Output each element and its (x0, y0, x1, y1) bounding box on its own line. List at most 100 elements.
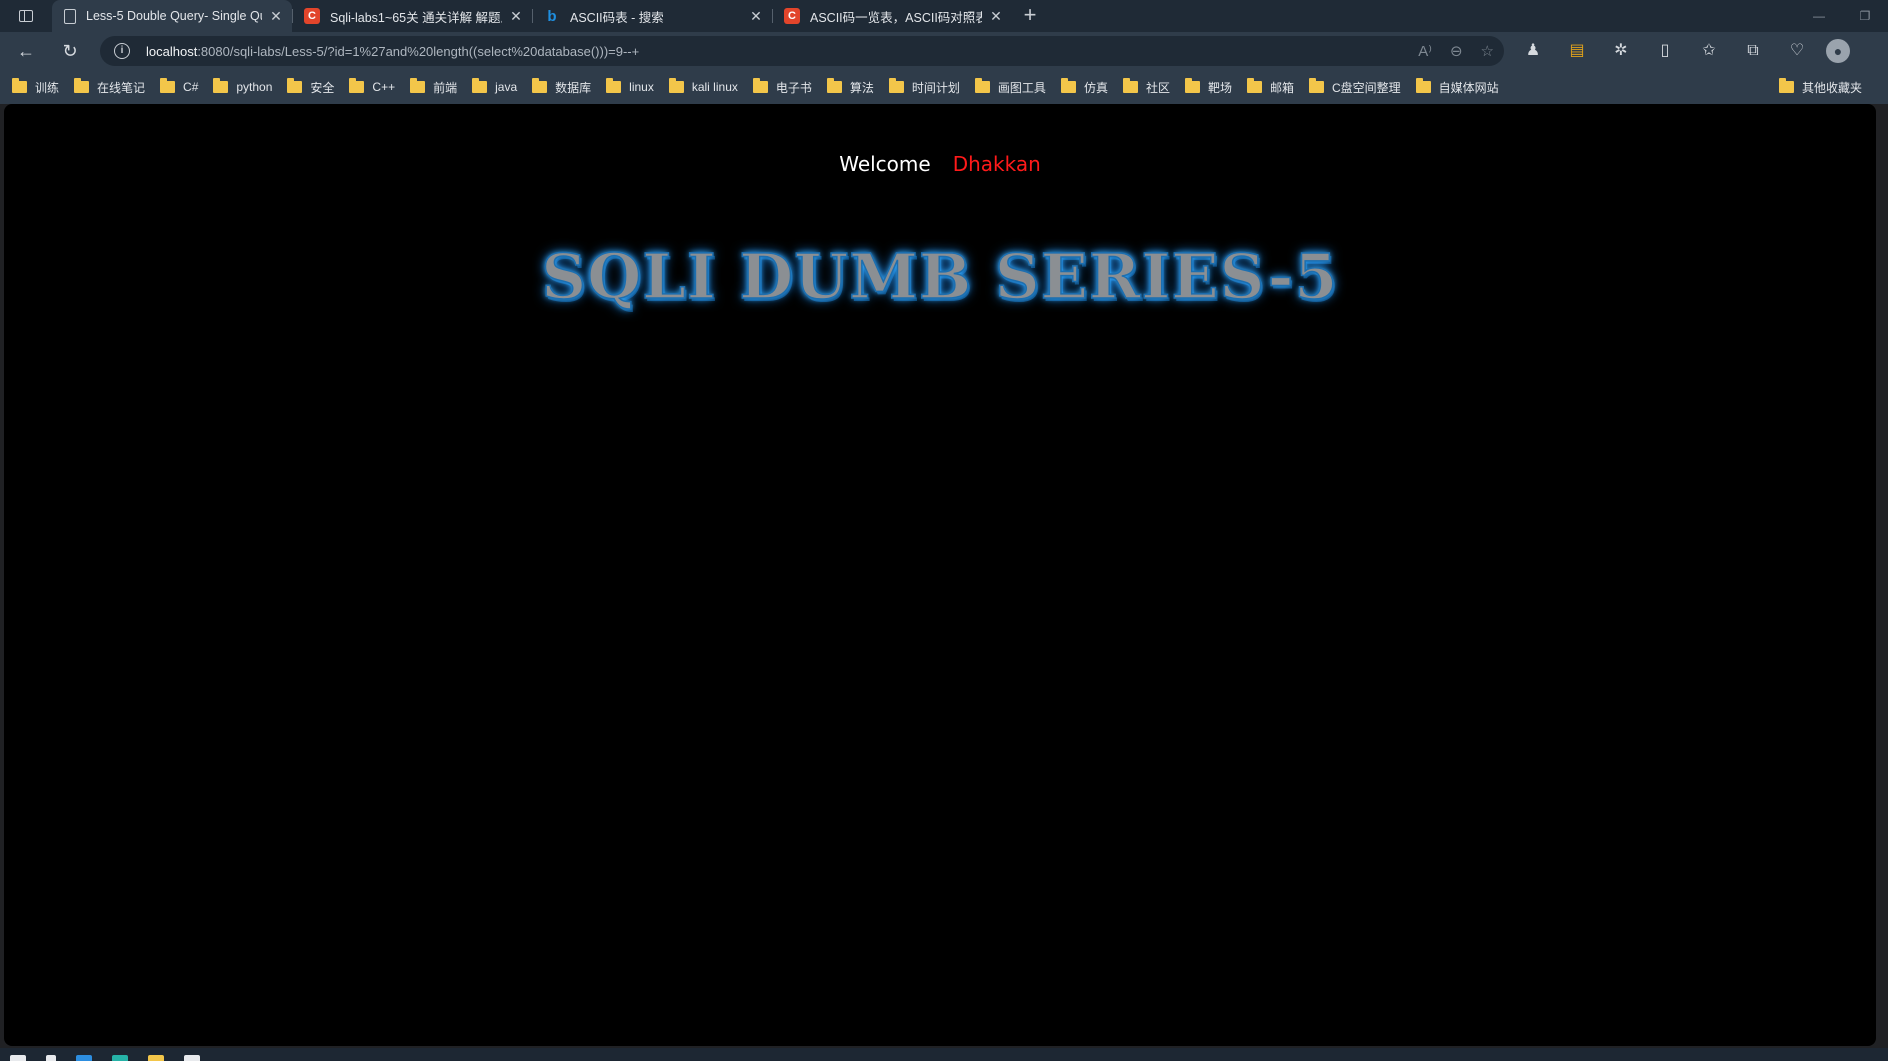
bookmark-label: C盘空间整理 (1332, 80, 1401, 95)
taskbar-app-icon[interactable] (76, 1055, 92, 1061)
bookmark-label: 社区 (1145, 80, 1170, 95)
tab-sqli-labs-guide[interactable]: C Sqli-labs1~65关 通关详解 解题思路 ✕ (292, 0, 532, 32)
close-tab-icon[interactable]: ✕ (988, 8, 1004, 24)
bookmark-label: C# (183, 80, 199, 94)
bookmark-folder[interactable]: 邮箱 (1246, 78, 1294, 96)
page-icon (64, 8, 76, 24)
bookmark-folder[interactable]: 算法 (826, 78, 874, 96)
zoom-icon[interactable]: ⊖ (1450, 42, 1463, 60)
folder-icon (1309, 78, 1324, 93)
taskbar (0, 1048, 1888, 1061)
bookmark-folder[interactable]: 训练 (12, 78, 60, 96)
bookmark-label: 画图工具 (997, 80, 1046, 95)
close-tab-icon[interactable]: ✕ (508, 8, 524, 24)
tab-ascii-search[interactable]: b ASCII码表 - 搜索 ✕ (532, 0, 772, 32)
bookmark-label: 自媒体网站 (1438, 80, 1499, 95)
url-text[interactable]: localhost:8080/sqli-labs/Less-5/?id=1%27… (146, 44, 1418, 59)
bookmark-folder[interactable]: 社区 (1122, 78, 1170, 96)
other-bookmarks-folder[interactable]: 其他收藏夹 (1778, 78, 1862, 96)
bookmark-label: 邮箱 (1269, 80, 1294, 95)
bookmark-folder[interactable]: 自媒体网站 (1415, 78, 1499, 96)
bookmark-folder[interactable]: C# (160, 78, 199, 94)
extension-agent-icon[interactable]: ♟ (1518, 36, 1548, 66)
tab-title: Less-5 Double Query- Single Quot (86, 9, 262, 23)
url-path: :8080/sqli-labs/Less-5/?id=1%27and%20len… (197, 43, 640, 59)
folder-icon (1246, 78, 1262, 93)
bookmark-folder[interactable]: C盘空间整理 (1309, 78, 1401, 96)
back-icon[interactable]: ← (8, 35, 44, 67)
edge-icon[interactable] (112, 1055, 128, 1061)
folder-icon (826, 78, 842, 93)
bookmark-folder[interactable]: 在线笔记 (74, 78, 146, 96)
collections-icon[interactable]: ⧉ (1738, 36, 1768, 66)
start-icon[interactable] (10, 1055, 26, 1061)
browser-essentials-icon[interactable]: ♡ (1782, 36, 1812, 66)
close-tab-icon[interactable]: ✕ (268, 8, 284, 24)
bookmark-folder[interactable]: 画图工具 (974, 78, 1046, 96)
bookmark-label: 仿真 (1083, 80, 1108, 95)
welcome-line: Welcome Dhakkan (4, 152, 1876, 176)
bookmark-folder[interactable]: 时间计划 (888, 78, 960, 96)
bookmark-folder[interactable]: C++ (349, 78, 396, 94)
tab-ascii-table[interactable]: C ASCII码一览表，ASCII码对照表 ✕ (772, 0, 1012, 32)
folder-icon (410, 78, 426, 93)
bookmark-label: java (495, 80, 518, 94)
new-tab-button[interactable]: + (1012, 0, 1048, 32)
search-icon[interactable] (46, 1055, 56, 1061)
extension-bookmark-icon[interactable]: ▤ (1562, 36, 1592, 66)
bookmark-label: 时间计划 (911, 80, 960, 95)
minimize-icon[interactable]: — (1796, 0, 1842, 32)
restore-icon[interactable]: ❐ (1842, 0, 1888, 32)
bookmark-label: 靶场 (1207, 80, 1232, 95)
profile-avatar-icon[interactable]: ● (1826, 39, 1850, 63)
title-bar: Less-5 Double Query- Single Quot ✕ C Sql… (0, 0, 1888, 32)
omnibox-icons: A⁾ ⊖ ☆ (1418, 42, 1494, 60)
folder-icon (1415, 78, 1431, 93)
window-controls: — ❐ (1796, 0, 1888, 32)
site-info-icon[interactable]: i (114, 43, 130, 59)
bookmark-folder[interactable]: kali linux (668, 78, 738, 94)
bookmark-label: kali linux (691, 80, 738, 94)
page-viewport: Welcome Dhakkan SQLI DUMB SERIES-5 (4, 104, 1876, 1046)
bookmark-label: 安全 (310, 80, 335, 95)
bookmark-folder[interactable]: 仿真 (1060, 78, 1108, 96)
bookmarks-bar: 训练 在线笔记 C# python 安全 C++ 前端 java 数据库 lin… (0, 70, 1888, 104)
split-screen-icon[interactable]: ▯ (1650, 36, 1680, 66)
refresh-icon[interactable]: ↻ (52, 35, 88, 67)
tab-actions-icon (19, 10, 33, 22)
extensions-puzzle-icon[interactable]: ✲ (1606, 36, 1636, 66)
bookmark-folder[interactable]: 电子书 (752, 78, 812, 96)
bookmark-label: 算法 (849, 80, 874, 95)
extension-icons: ♟ ▤ ✲ ▯ ✩ ⧉ ♡ ● (1518, 36, 1850, 66)
bookmark-folder[interactable]: 数据库 (532, 78, 592, 96)
bookmark-label: 电子书 (775, 80, 812, 95)
folder-icon (1778, 78, 1794, 93)
bookmark-label: python (236, 80, 273, 94)
bookmark-folder[interactable]: java (472, 78, 518, 94)
bookmark-folder[interactable]: 安全 (287, 78, 335, 96)
bookmark-label: C++ (372, 80, 396, 94)
folder-icon (606, 78, 622, 93)
bookmark-folder[interactable]: 靶场 (1184, 78, 1232, 96)
bookmark-label: 数据库 (555, 80, 592, 95)
taskbar-app-icon[interactable] (184, 1055, 200, 1061)
bookmark-label: 在线笔记 (97, 80, 146, 95)
folder-icon (213, 78, 229, 93)
csdn-icon: C (784, 8, 800, 24)
tab-less5[interactable]: Less-5 Double Query- Single Quot ✕ (52, 0, 292, 32)
bookmark-folder[interactable]: python (213, 78, 273, 94)
favorites-icon[interactable]: ✩ (1694, 36, 1724, 66)
close-tab-icon[interactable]: ✕ (748, 8, 764, 24)
bookmark-folder[interactable]: linux (606, 78, 654, 94)
folder-icon (349, 78, 365, 93)
series-title-image: SQLI DUMB SERIES-5 (541, 239, 1339, 314)
file-explorer-icon[interactable] (148, 1055, 164, 1061)
address-bar[interactable]: i localhost:8080/sqli-labs/Less-5/?id=1%… (100, 36, 1504, 66)
csdn-icon: C (304, 8, 320, 24)
folder-icon (1184, 78, 1200, 93)
bookmark-label: 训练 (35, 80, 60, 95)
tab-actions-button[interactable] (0, 0, 52, 32)
bookmark-folder[interactable]: 前端 (410, 78, 457, 96)
read-aloud-icon[interactable]: A⁾ (1418, 42, 1432, 60)
favorite-star-icon[interactable]: ☆ (1481, 42, 1494, 60)
